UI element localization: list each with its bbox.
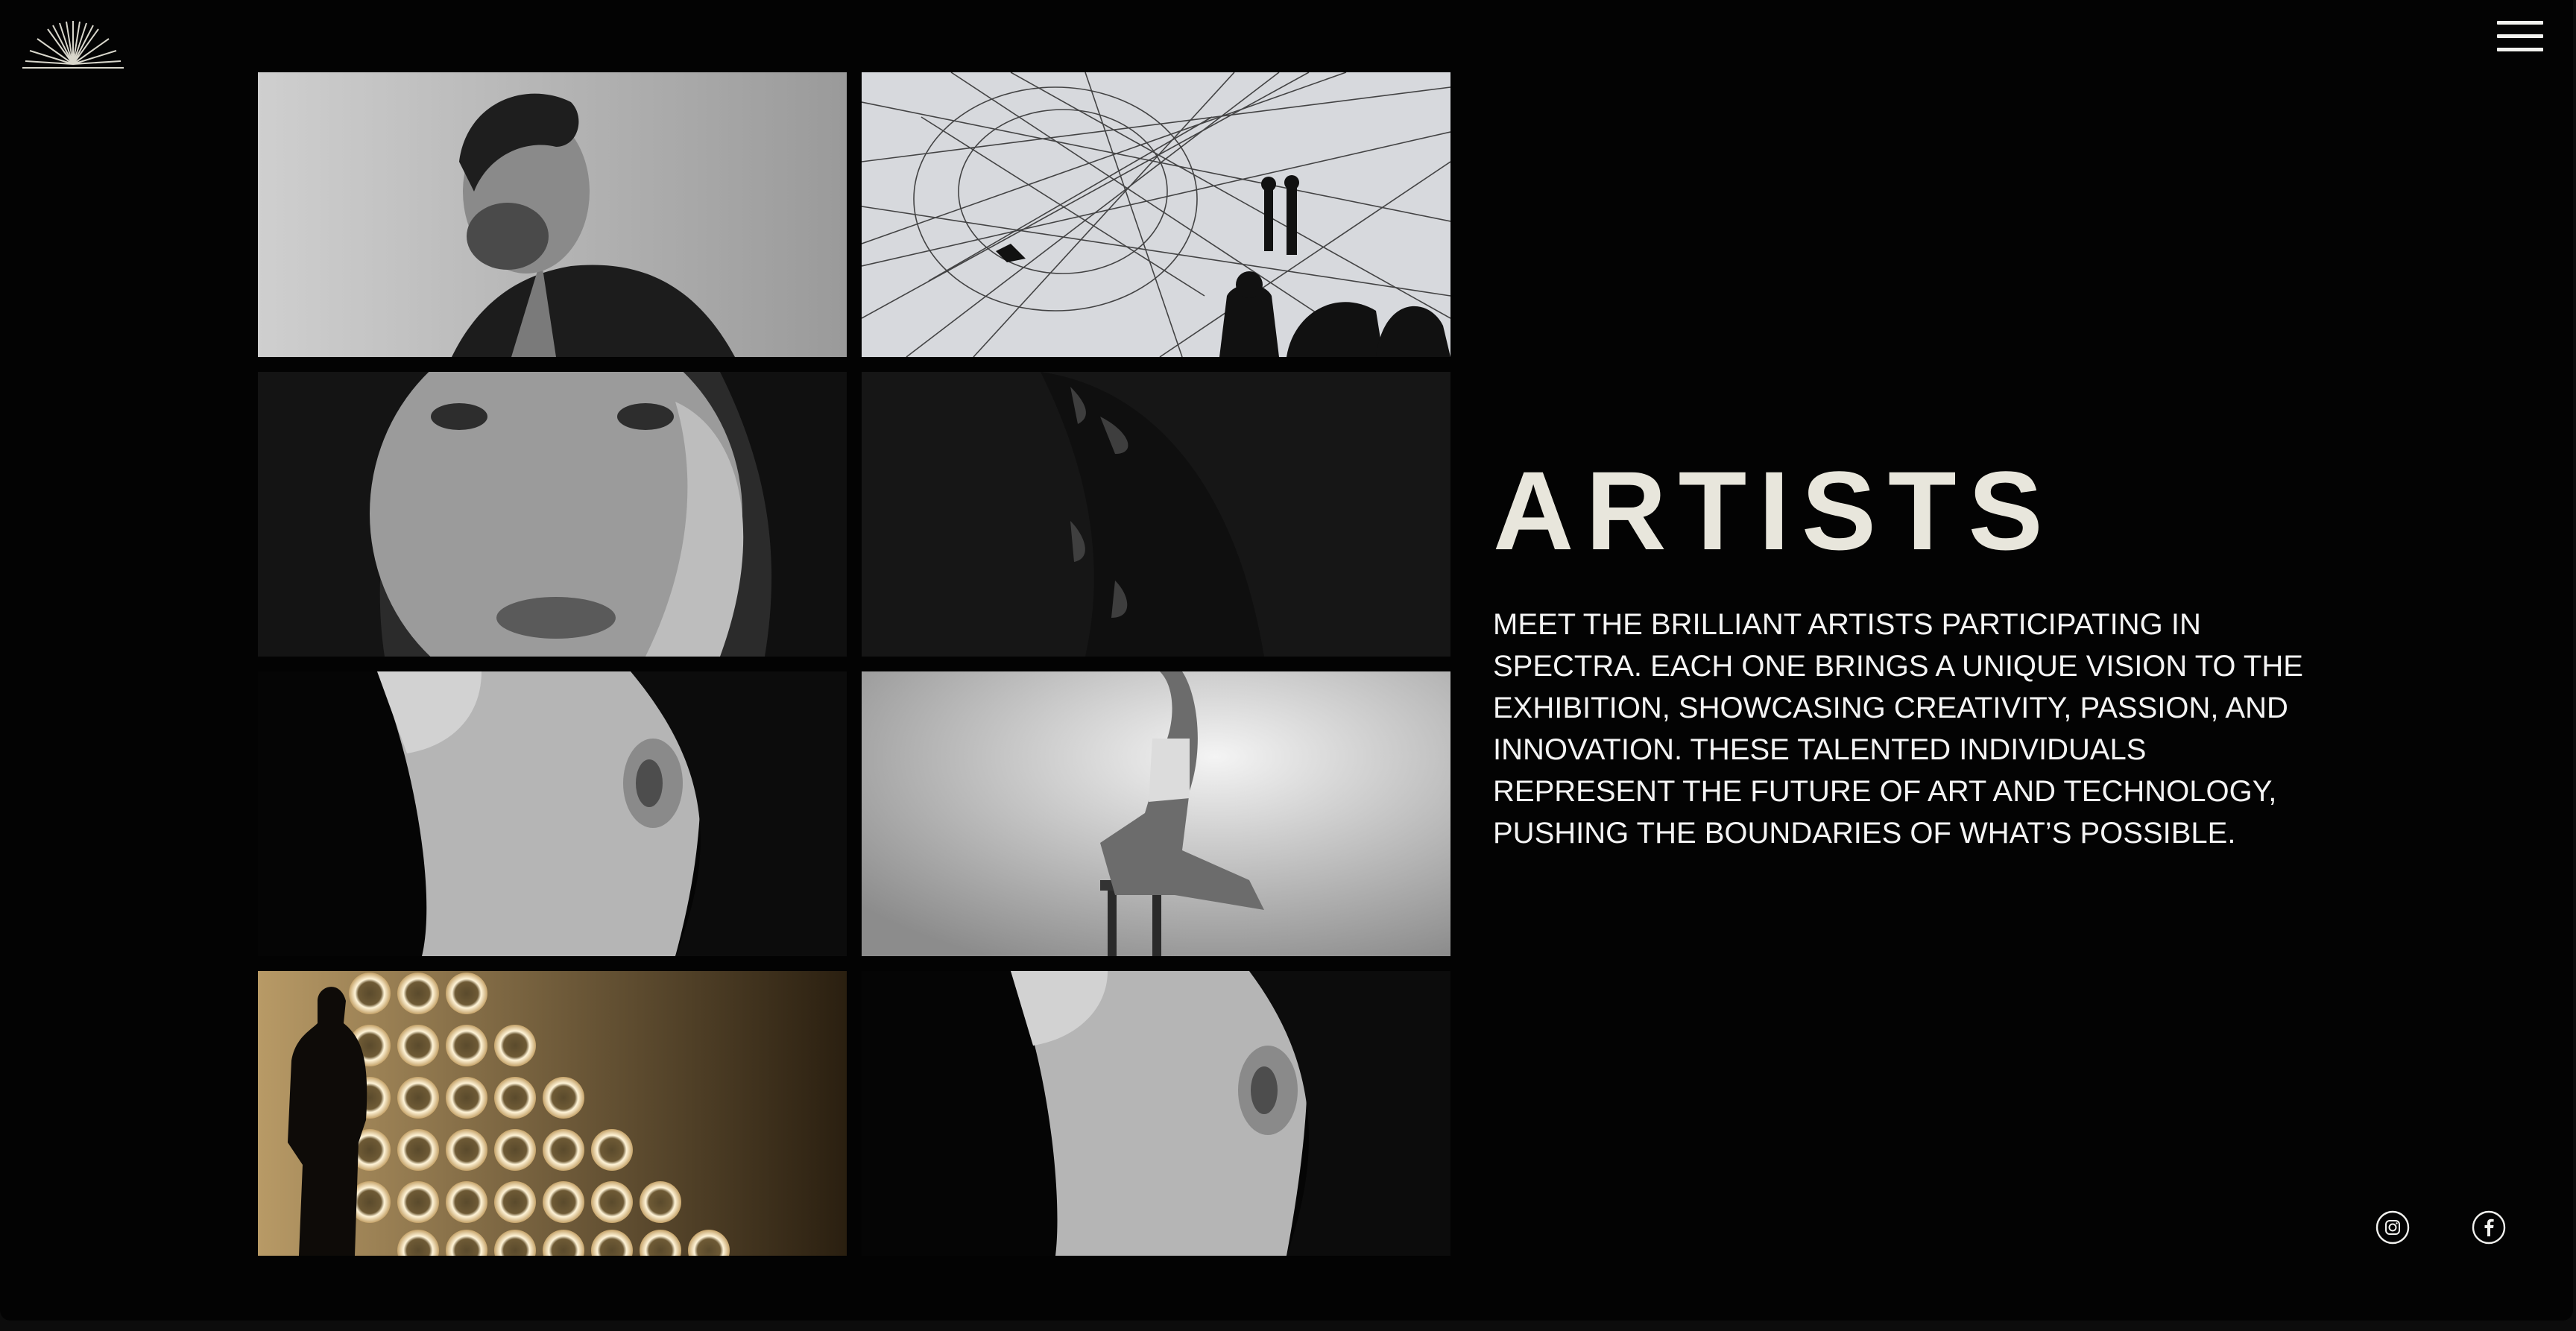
facebook-icon[interactable]: [2472, 1210, 2506, 1245]
artist-photo-string-installation[interactable]: [862, 72, 1450, 357]
artist-photo-neck-profile[interactable]: [258, 671, 847, 956]
page-title: ARTISTS: [1493, 448, 2055, 573]
sunburst-logo-icon[interactable]: [22, 18, 124, 72]
artist-photo-woman-on-stool[interactable]: [862, 671, 1450, 956]
artist-photo-freckled-face[interactable]: [258, 372, 847, 657]
menu-bar: [2497, 34, 2543, 38]
instagram-icon[interactable]: [2375, 1210, 2410, 1245]
artist-photo-neck-profile[interactable]: [862, 971, 1450, 1256]
menu-bar: [2497, 48, 2543, 51]
artists-gallery: [258, 72, 1450, 1256]
artist-photo-dark-abstract[interactable]: [862, 372, 1450, 657]
artists-intro: ARTISTS MEET THE BRILLIANT ARTISTS PARTI…: [1493, 447, 2328, 854]
artists-description: MEET THE BRILLIANT ARTISTS PARTICIPATING…: [1493, 608, 2303, 850]
hamburger-menu-icon[interactable]: [2497, 19, 2543, 52]
menu-bar: [2497, 21, 2543, 25]
artist-photo-man-portrait[interactable]: [258, 72, 847, 357]
page-frame: ARTISTS MEET THE BRILLIANT ARTISTS PARTI…: [0, 0, 2573, 1321]
artist-photo-light-wall-silhouette[interactable]: [258, 971, 847, 1256]
